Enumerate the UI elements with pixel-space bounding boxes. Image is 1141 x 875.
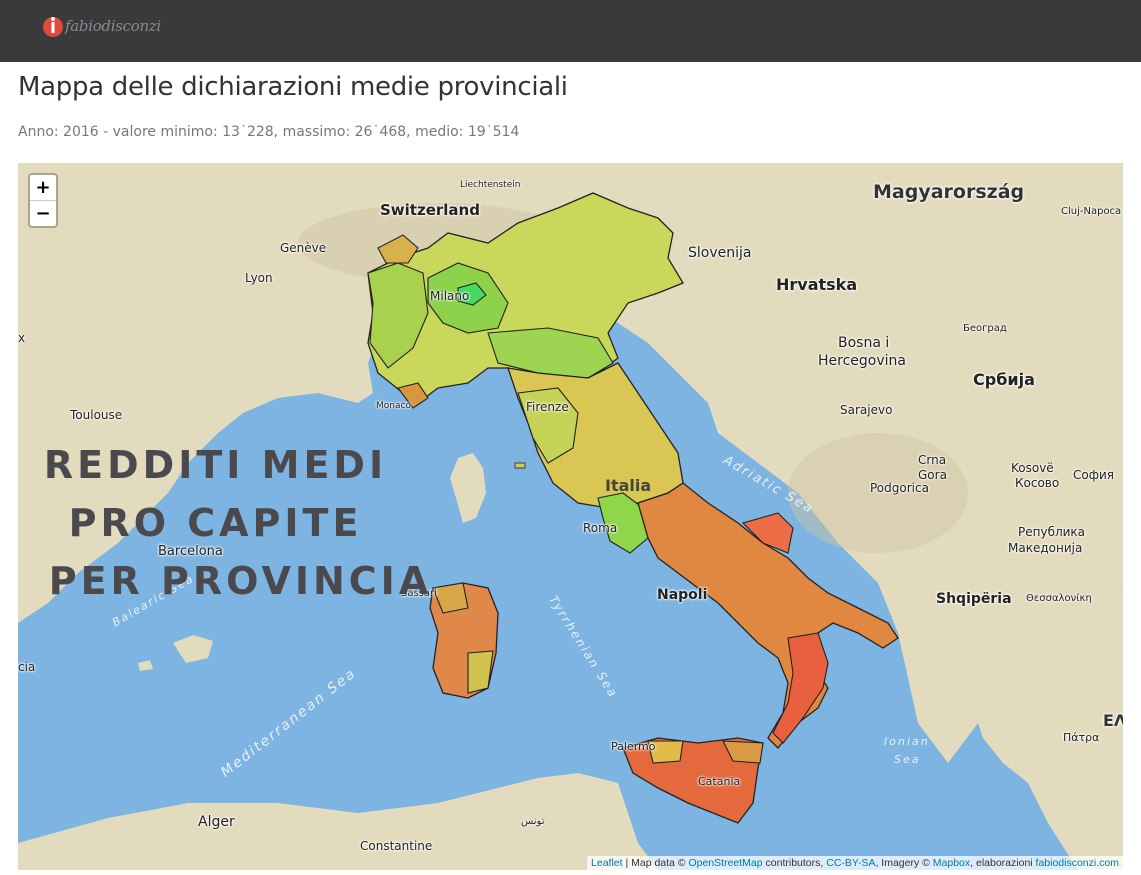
attribution-text-2: contributors, bbox=[762, 857, 827, 869]
label-geneve: Genève bbox=[280, 241, 327, 255]
label-beograd: Београд bbox=[963, 323, 1007, 334]
sea-label-ionian-2: Sea bbox=[894, 753, 921, 766]
logo-text: fabiodisconzi bbox=[65, 17, 161, 35]
sea-label-ionian-1: Ionian bbox=[884, 735, 930, 748]
label-thessaloniki: Θεσσαλονίκη bbox=[1026, 593, 1092, 604]
label-barcelona: Barcelona bbox=[158, 544, 223, 559]
label-patra: Πάτρα bbox=[1063, 731, 1100, 744]
overlay-line-2: PRO CAPITE bbox=[68, 501, 363, 545]
label-sofia: София bbox=[1073, 468, 1114, 482]
top-navbar: fabiodisconzi bbox=[0, 0, 1141, 62]
label-slovenija: Slovenija bbox=[688, 245, 752, 261]
label-palermo: Palermo bbox=[611, 740, 656, 753]
label-monaco: Monaco bbox=[376, 401, 411, 411]
overlay-line-1: REDDITI MEDI bbox=[43, 443, 388, 487]
page-title: Mappa delle dichiarazioni medie provinci… bbox=[18, 72, 568, 102]
attribution-text-3: , Imagery © bbox=[875, 857, 933, 869]
label-podgorica: Podgorica bbox=[870, 481, 929, 495]
label-liechtenstein: Liechtenstein bbox=[460, 180, 521, 190]
label-kosove-2: Косово bbox=[1015, 476, 1060, 490]
label-republika-2: Македонија bbox=[1008, 541, 1083, 555]
label-magyarorszag: Magyarország bbox=[873, 181, 1025, 203]
label-kosove-1: Kosovë bbox=[1011, 461, 1054, 475]
attribution-text-1: | Map data © bbox=[622, 857, 689, 869]
label-republika-1: Република bbox=[1018, 525, 1086, 539]
label-bosna-1: Bosna i bbox=[838, 335, 890, 351]
label-srbija: Србија bbox=[973, 370, 1035, 389]
label-alger: Alger bbox=[198, 814, 235, 830]
attribution-mapbox-link[interactable]: Mapbox bbox=[933, 857, 970, 869]
overlay-line-3: PER PROVINCIA bbox=[48, 559, 433, 603]
attribution-leaflet-link[interactable]: Leaflet bbox=[591, 857, 623, 869]
label-cluj: Cluj-Napoca bbox=[1061, 206, 1122, 217]
attribution-ccbysa-link[interactable]: CC-BY-SA bbox=[826, 857, 875, 869]
label-catania: Catania bbox=[698, 775, 741, 788]
label-toulouse: Toulouse bbox=[70, 408, 123, 422]
zoom-out-button[interactable]: − bbox=[30, 201, 56, 226]
label-switzerland: Switzerland bbox=[380, 201, 480, 219]
label-hrvatska: Hrvatska bbox=[776, 275, 858, 294]
attribution-site-link[interactable]: fabiodisconzi.com bbox=[1036, 857, 1119, 869]
label-firenze: Firenze bbox=[526, 400, 569, 414]
label-cia-left: cia bbox=[18, 660, 36, 674]
zoom-control: + − bbox=[28, 173, 58, 228]
label-sarajevo: Sarajevo bbox=[840, 403, 893, 417]
page-subtitle: Anno: 2016 - valore minimo: 13˙228, mass… bbox=[18, 124, 520, 140]
attribution-osm-link[interactable]: OpenStreetMap bbox=[688, 857, 762, 869]
logo-icon bbox=[43, 17, 63, 37]
zoom-in-button[interactable]: + bbox=[30, 175, 56, 201]
label-x-left: x bbox=[18, 331, 26, 345]
label-constantine: Constantine bbox=[360, 839, 433, 853]
attribution-text-4: , elaborazioni bbox=[970, 857, 1036, 869]
label-bosna-2: Hercegovina bbox=[818, 353, 906, 369]
map-container[interactable]: + − Magyarország Switzerland Liechtenste… bbox=[18, 163, 1123, 870]
label-ell: ΕΛ bbox=[1103, 711, 1123, 730]
site-logo[interactable]: fabiodisconzi bbox=[42, 13, 161, 39]
label-shqiperia: Shqipëria bbox=[936, 591, 1012, 607]
label-milano: Milano bbox=[430, 289, 470, 303]
label-tunis: تونس bbox=[521, 816, 545, 827]
label-crna-2: Gora bbox=[918, 468, 947, 482]
map-attribution: Leaflet | Map data © OpenStreetMap contr… bbox=[587, 856, 1123, 870]
label-lyon: Lyon bbox=[245, 271, 273, 285]
label-crna-1: Crna bbox=[918, 453, 947, 467]
